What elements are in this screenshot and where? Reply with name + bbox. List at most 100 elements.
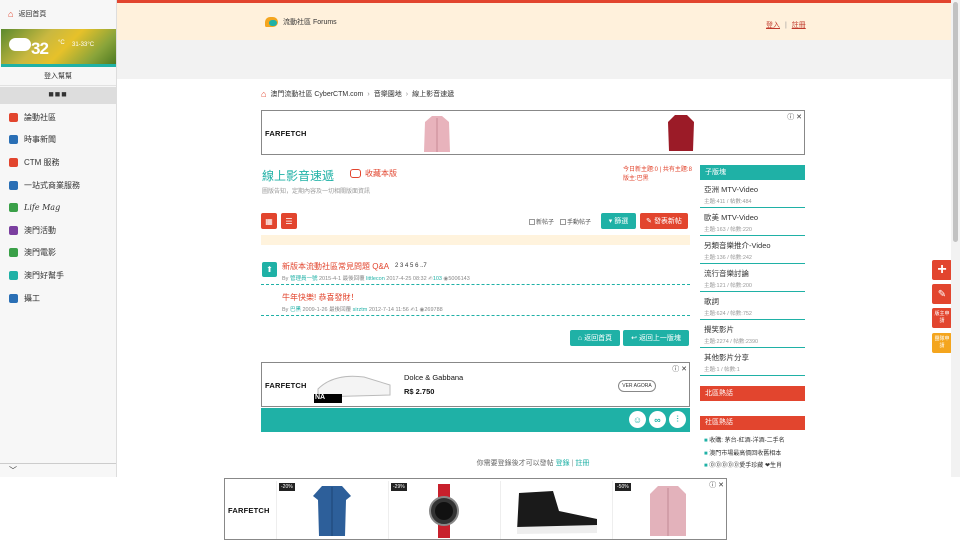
subforum-name[interactable]: 流行音樂討論 (704, 268, 805, 279)
subforum-item[interactable]: 攪笑影片 主題:2274 / 帖數:2390 (700, 320, 805, 348)
sidebar-item-label: 攝工 (24, 293, 40, 303)
ad-banner-bottom[interactable]: FARFETCH ⓘ ✕ -20% -29% -50% (224, 478, 727, 540)
thread-title[interactable]: 牛年快樂! 恭喜發財！ (282, 292, 358, 303)
subforum-item[interactable]: 亞洲 MTV-Video 主題:411 / 帖數:484 (700, 180, 805, 208)
mod-apply-button[interactable]: 版主申請 (932, 308, 952, 328)
register-link[interactable]: 註冊 (792, 22, 806, 29)
subforum-item[interactable]: 歐美 MTV-Video 主題:163 / 帖數:220 (700, 208, 805, 236)
filter-button[interactable]: ▾ 篩選 (601, 213, 636, 229)
scrollbar[interactable] (951, 0, 960, 477)
sidebar-item[interactable]: 澳門活動 (0, 219, 116, 242)
discount-badge: -29% (391, 483, 407, 491)
sidebar-item[interactable]: 時事新聞 (0, 129, 116, 152)
last-reply-user[interactable]: sirztm (353, 307, 368, 313)
helper-icon (9, 270, 18, 280)
breadcrumb-item[interactable]: 澳門流動社區 CyberCTM.com (270, 89, 363, 99)
grid-view-button[interactable]: ▦ (261, 213, 277, 229)
pulse-icon (9, 157, 18, 167)
plus-icon: + (937, 261, 947, 278)
ad-close-icon[interactable]: ⓘ ✕ (672, 364, 687, 374)
smiley-icon[interactable]: ☺ (629, 411, 646, 428)
page-link[interactable]: 4 (405, 263, 408, 269)
login-link[interactable]: 登入 (766, 22, 780, 29)
home-link[interactable]: ⌂ 返回首頁 (0, 0, 116, 28)
back-list-button[interactable]: ↩ 返回上一版塊 (623, 330, 689, 346)
ad-cta-button[interactable]: VER AGORA (618, 380, 656, 392)
link-icon[interactable]: ∞ (649, 411, 666, 428)
hot-topics-community-header[interactable]: 社區熱話 (700, 416, 805, 430)
subforum-name[interactable]: 亞洲 MTV-Video (704, 184, 805, 195)
sidebar-collapse-button[interactable]: ﹀ (0, 463, 116, 477)
sidebar-item[interactable]: 澳門好幫手 (0, 264, 116, 287)
thread-title[interactable]: 新版本流動社區常見問題 Q&A (282, 261, 389, 272)
subforum-item[interactable]: 歌詞 主題:624 / 帖數:752 (700, 292, 805, 320)
sidebar-login[interactable]: 登入幫幫 (0, 68, 116, 86)
hot-topic-item[interactable]: ■ 澳門市場最高價回收舊相本 (704, 448, 805, 461)
last-reply-user[interactable]: littlecon (366, 276, 385, 282)
sidebar-item[interactable]: 攝工 (0, 287, 116, 310)
weather-temp: 32 (31, 39, 49, 58)
thread-row[interactable]: ⬆ 新版本流動社區常見問題 Q&A 2 3 4 5 6 ..7 By 管理員一號… (261, 256, 690, 285)
thread-author[interactable]: 巴黑 (290, 307, 301, 313)
subforum-name[interactable]: 歌詞 (704, 296, 805, 307)
subforum-name[interactable]: 歐美 MTV-Video (704, 212, 805, 223)
subforum-item[interactable]: 其他影片分享 主題:1 / 帖數:1 (700, 348, 805, 376)
page-link[interactable]: ..7 (420, 263, 427, 269)
filter-mobile-checkbox[interactable]: 手動帖子 (560, 217, 591, 226)
page-link[interactable]: 3 (400, 263, 403, 269)
filter-new-checkbox[interactable]: 新帖子 (529, 217, 554, 226)
thread-date: 2015-4-1 (319, 276, 342, 282)
subforum-name[interactable]: 攪笑影片 (704, 324, 805, 335)
list-icon: ☰ (285, 216, 293, 226)
sidebar-item[interactable]: CTM 服務 (0, 151, 116, 174)
tools-icon[interactable]: ⫶ (669, 411, 686, 428)
thread-row[interactable]: 牛年快樂! 恭喜發財！ By 巴黑 2009-1-26 最後回覆 sirztm … (261, 287, 690, 316)
subforum-item[interactable]: 另類音樂推介-Video 主題:136 / 帖數:242 (700, 236, 805, 264)
page-link[interactable]: 2 (395, 263, 398, 269)
top-auth-links: 登入 | 註冊 (766, 20, 806, 30)
new-post-button[interactable]: ✎ 發表新帖 (640, 213, 688, 229)
sidebar-item[interactable]: 論動社區 (0, 106, 116, 129)
last-reply-label: 最後回覆 (329, 307, 352, 313)
ad-close-icon[interactable]: ⓘ ✕ (787, 112, 802, 122)
ad-banner-mid[interactable]: FARFETCH ⓘ ✕ NA Dolce & Gabbana R$ 2.750… (261, 362, 690, 407)
breadcrumb-item[interactable]: 音樂園地 (374, 89, 402, 99)
thread-author[interactable]: 管理員一號 (290, 276, 318, 282)
ad-banner-top[interactable]: FARFETCH ⓘ ✕ (261, 110, 805, 155)
sidebar-item[interactable]: 澳門電影 (0, 242, 116, 265)
reply-count: 103 (432, 276, 442, 282)
forum-moderator[interactable]: 版主:巴黑 (623, 175, 692, 184)
subforum-item[interactable]: 流行音樂討論 主題:121 / 帖數:200 (700, 264, 805, 292)
subforum-stats: 主題:163 / 帖數:220 (704, 227, 752, 233)
page: { "sidebar": { "home_label": "返回首頁", "we… (0, 0, 960, 540)
sidebar-item[interactable]: Life Mag (0, 196, 116, 219)
sidebar-more-button[interactable]: ■■■ (0, 87, 116, 104)
left-sidebar: ⌂ 返回首頁 32 °C 31-33°C 登入幫幫 ■■■ 論動社區 時事新聞 CT… (0, 0, 117, 477)
page-link[interactable]: 6 (415, 263, 418, 269)
breadcrumb-item[interactable]: 線上影音速遞 (412, 89, 454, 99)
login-note-register-link[interactable]: 註冊 (575, 460, 589, 467)
back-home-button[interactable]: ⌂ 返回首頁 (570, 330, 620, 346)
list-view-button[interactable]: ☰ (281, 213, 297, 229)
edit-icon: ✎ (646, 218, 652, 225)
subforum-name[interactable]: 另類音樂推介-Video (704, 240, 805, 251)
hot-topics-north-header[interactable]: 北區熱話 (700, 386, 805, 401)
site-logo[interactable]: 流動社區 Forums (265, 17, 337, 27)
group-apply-button[interactable]: 團隊申請 (932, 333, 952, 353)
page-link[interactable]: 5 (410, 263, 413, 269)
hot-topic-item[interactable]: ■ 收購: 茅台-紅酒-洋酒-二手名 (704, 435, 805, 448)
sidebar-item-label: Life Mag (24, 203, 61, 213)
ad-product-boot (500, 481, 611, 539)
hot-topic-item[interactable]: ■ ⓪⓪⓪⓪⓪愛手珍藏 ❤生肖 (704, 460, 805, 473)
sidebar-item[interactable]: 一站式商業服務 (0, 174, 116, 197)
subforum-name[interactable]: 其他影片分享 (704, 352, 805, 363)
scrollbar-thumb[interactable] (953, 2, 958, 242)
float-new-post-button[interactable]: + (932, 260, 952, 280)
ad-brand: FARFETCH (265, 129, 307, 138)
home-icon[interactable]: ⌂ (261, 89, 266, 99)
login-note-login-link[interactable]: 登錄 (556, 460, 570, 467)
thread-filters: 新帖子 手動帖子 (529, 217, 591, 226)
leaf-icon (9, 203, 18, 213)
float-reply-button[interactable]: ✎ (932, 284, 952, 304)
favorite-button[interactable]: 收藏本版 (350, 168, 397, 179)
